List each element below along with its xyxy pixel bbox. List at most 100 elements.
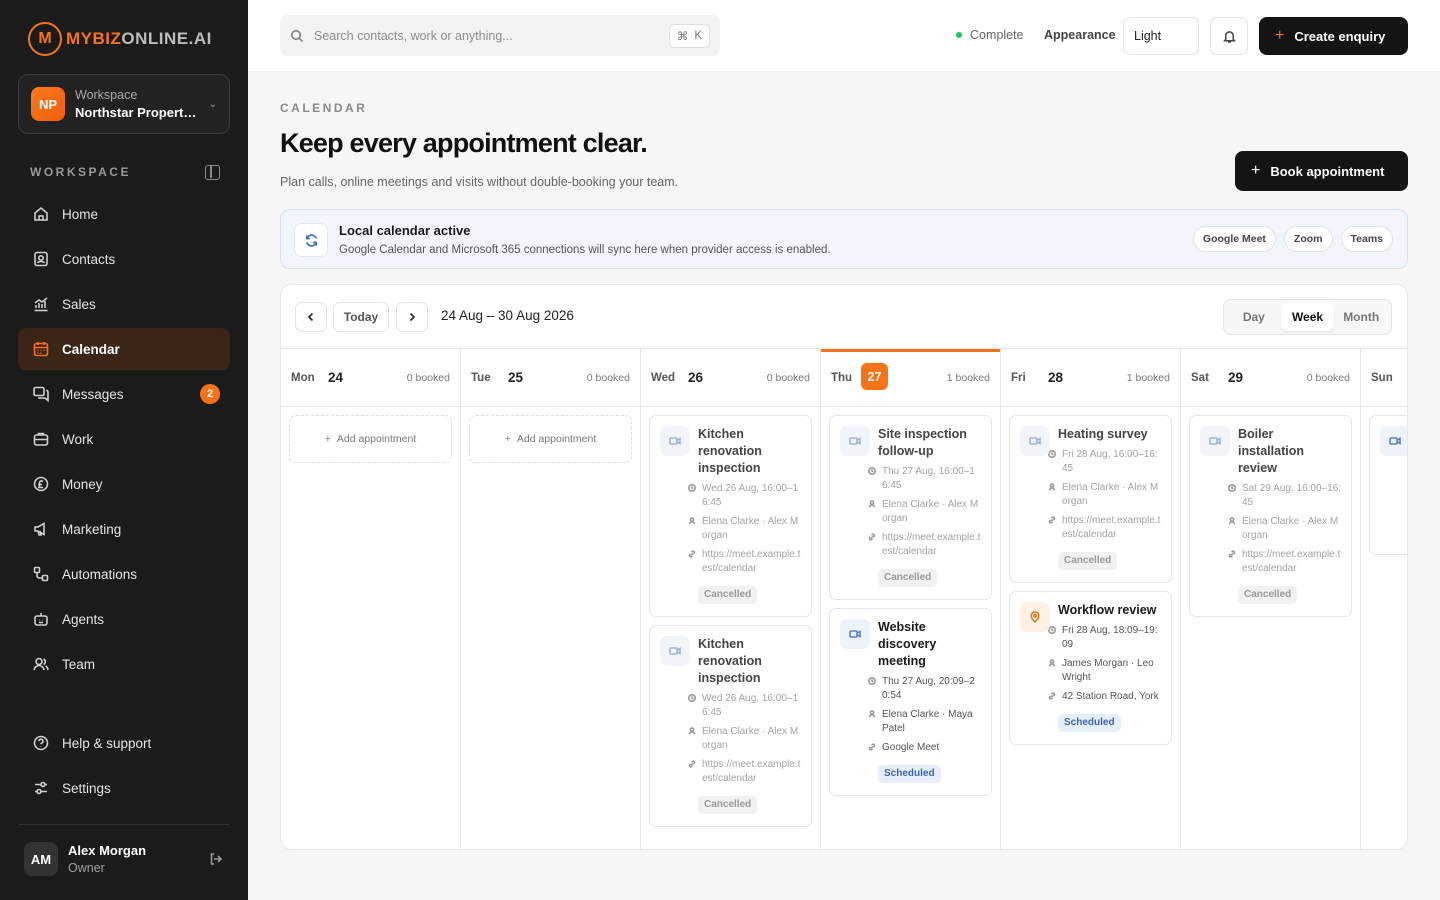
- create-enquiry-label: Create enquiry: [1294, 28, 1386, 44]
- status-badge: Cancelled: [698, 796, 758, 814]
- sidebar-item-sales[interactable]: Sales: [18, 283, 230, 325]
- clock-icon: [868, 467, 876, 493]
- sidebar-item-contacts[interactable]: Contacts: [18, 238, 230, 280]
- video-call-icon: [1380, 426, 1407, 456]
- event-location: https://meet.example.test/calendar: [702, 759, 801, 784]
- event-time-row: Wed 26 Aug, 16:00–16:45: [688, 482, 801, 510]
- week-calendar: Today 24 Aug – 30 Aug 2026 Day Week Mont…: [280, 284, 1408, 850]
- person-icon: [688, 727, 696, 753]
- person-icon: [1048, 483, 1056, 509]
- day-header: Fri 28 1 booked: [1001, 349, 1180, 407]
- tab-month[interactable]: Month: [1334, 303, 1388, 331]
- event-people: Elena Clarke · Alex Morgan: [1242, 516, 1339, 541]
- command-key-icon: ⌘: [676, 30, 689, 43]
- logo-text-rest: ONLINE.AI: [121, 29, 212, 48]
- robot-icon: [32, 610, 50, 628]
- megaphone-icon: [32, 520, 50, 538]
- sync-icon: [294, 223, 328, 257]
- sidebar-item-marketing[interactable]: Marketing: [18, 508, 230, 550]
- person-icon: [1228, 517, 1236, 543]
- day-header: Mon 24 0 booked: [281, 349, 460, 407]
- book-appointment-label: Book appointment: [1270, 163, 1385, 179]
- event-card[interactable]: Boiler installation review Sat 29 Aug, 16…: [1189, 415, 1352, 617]
- video-call-icon: [840, 426, 870, 456]
- workspace-switcher[interactable]: NP Workspace Northstar Property Services…: [18, 74, 230, 134]
- link-icon: [1228, 550, 1236, 576]
- event-title: Site inspection follow-up: [878, 427, 967, 458]
- event-people: Elena Clarke · Alex Morgan: [1062, 482, 1159, 507]
- calendar-sync-banner: Local calendar active Google Calendar an…: [280, 209, 1408, 269]
- sidebar-item-settings[interactable]: Settings: [18, 767, 230, 809]
- setup-status: Complete: [956, 28, 1024, 42]
- sidebar-item-team[interactable]: Team: [18, 643, 230, 685]
- sidebar-item-agents[interactable]: Agents: [18, 598, 230, 640]
- automation-icon: [32, 565, 50, 583]
- clock-icon: [1228, 484, 1236, 510]
- event-card[interactable]: Workflow review Fri 28 Aug, 18:09–19:09 Ja…: [1009, 591, 1172, 745]
- sidebar-item-messages[interactable]: Messages 2: [18, 373, 230, 415]
- sidebar-item-automations[interactable]: Automations: [18, 553, 230, 595]
- video-call-icon: [1020, 426, 1050, 456]
- chevron-right-icon: [409, 312, 416, 322]
- event-location: https://meet.example.test/calendar: [1062, 515, 1161, 540]
- event-time: Wed 26 Aug, 16:00–16:45: [702, 483, 799, 508]
- sidebar-item-work[interactable]: Work: [18, 418, 230, 460]
- sidebar-item-calendar[interactable]: Calendar: [18, 328, 230, 370]
- previous-week-button[interactable]: [295, 302, 327, 332]
- create-enquiry-button[interactable]: + Create enquiry: [1259, 17, 1408, 55]
- day-body: + Add appointment: [461, 407, 640, 463]
- day-column-sun: Sun30: [1361, 349, 1407, 849]
- sidebar-item-help[interactable]: Help & support: [18, 722, 230, 764]
- event-title: Heating survey: [1058, 427, 1148, 441]
- appearance-select[interactable]: Light: [1123, 17, 1199, 55]
- tab-week[interactable]: Week: [1280, 303, 1335, 331]
- sidebar-section-label: WORKSPACE: [30, 165, 131, 179]
- search-input[interactable]: Search contacts, work or anything... ⌘ K: [280, 15, 720, 56]
- day-number: 26: [688, 370, 704, 385]
- topbar: Search contacts, work or anything... ⌘ K …: [248, 0, 1440, 72]
- day-name: Mon: [291, 372, 315, 384]
- add-appointment-button[interactable]: + Add appointment: [469, 415, 632, 463]
- sidebar-item-home[interactable]: Home: [18, 193, 230, 235]
- event-card[interactable]: [1369, 415, 1407, 555]
- event-title: Kitchen renovation inspection: [698, 427, 762, 475]
- shortcut-key: K: [694, 29, 702, 42]
- link-icon: [868, 743, 876, 755]
- chip-google-meet: Google Meet: [1192, 226, 1276, 252]
- event-card[interactable]: Heating survey Fri 28 Aug, 16:00–16:45 Ele…: [1009, 415, 1172, 583]
- plus-icon: +: [1251, 162, 1261, 179]
- event-people: Elena Clarke · Alex Morgan: [882, 499, 979, 524]
- sidebar-item-label: Settings: [62, 780, 111, 796]
- day-body: Kitchen renovation inspection Wed 26 Aug,…: [641, 407, 820, 827]
- add-appointment-button[interactable]: + Add appointment: [289, 415, 452, 463]
- link-icon: [1048, 692, 1056, 704]
- event-people-row: Elena Clarke · Alex Morgan: [1048, 481, 1161, 509]
- sales-chart-icon: [32, 295, 50, 313]
- status-text: Complete: [970, 28, 1024, 42]
- contacts-icon: [32, 250, 50, 268]
- sidebar-item-money[interactable]: Money: [18, 463, 230, 505]
- calendar-toolbar: Today 24 Aug – 30 Aug 2026 Day Week Mont…: [281, 285, 1407, 349]
- notifications-button[interactable]: [1210, 17, 1248, 55]
- event-time-row: Wed 26 Aug, 16:00–16:45: [688, 692, 801, 720]
- sidebar-nav: Home Contacts Sales Calendar Messages 2 …: [18, 193, 230, 688]
- today-button[interactable]: Today: [333, 302, 389, 332]
- book-appointment-button[interactable]: + Book appointment: [1235, 151, 1408, 191]
- logout-icon[interactable]: [208, 851, 224, 867]
- event-card[interactable]: Kitchen renovation inspection Wed 26 Aug,…: [649, 415, 812, 617]
- user-profile[interactable]: AM Alex Morgan Owner: [24, 842, 224, 876]
- user-role: Owner: [68, 861, 105, 875]
- next-week-button[interactable]: [396, 302, 428, 332]
- event-location-row: 42 Station Road, York: [1048, 690, 1161, 704]
- day-column-thu: Thu 27 1 booked Site inspection follow-up Th…: [821, 349, 1001, 849]
- event-card[interactable]: Website discovery meeting Thu 27 Aug, 20:…: [829, 608, 992, 796]
- currency-icon: [32, 475, 50, 493]
- brand-logo[interactable]: M MYBIZONLINE.AI: [28, 22, 212, 56]
- sidebar-item-label: Team: [62, 656, 96, 672]
- collapse-sidebar-icon[interactable]: [205, 165, 220, 180]
- event-card[interactable]: Kitchen renovation inspection Wed 26 Aug,…: [649, 625, 812, 827]
- search-icon: [290, 29, 304, 43]
- tab-day[interactable]: Day: [1227, 303, 1281, 331]
- sidebar-item-label: Automations: [62, 566, 138, 582]
- event-card[interactable]: Site inspection follow-up Thu 27 Aug, 16:…: [829, 415, 992, 600]
